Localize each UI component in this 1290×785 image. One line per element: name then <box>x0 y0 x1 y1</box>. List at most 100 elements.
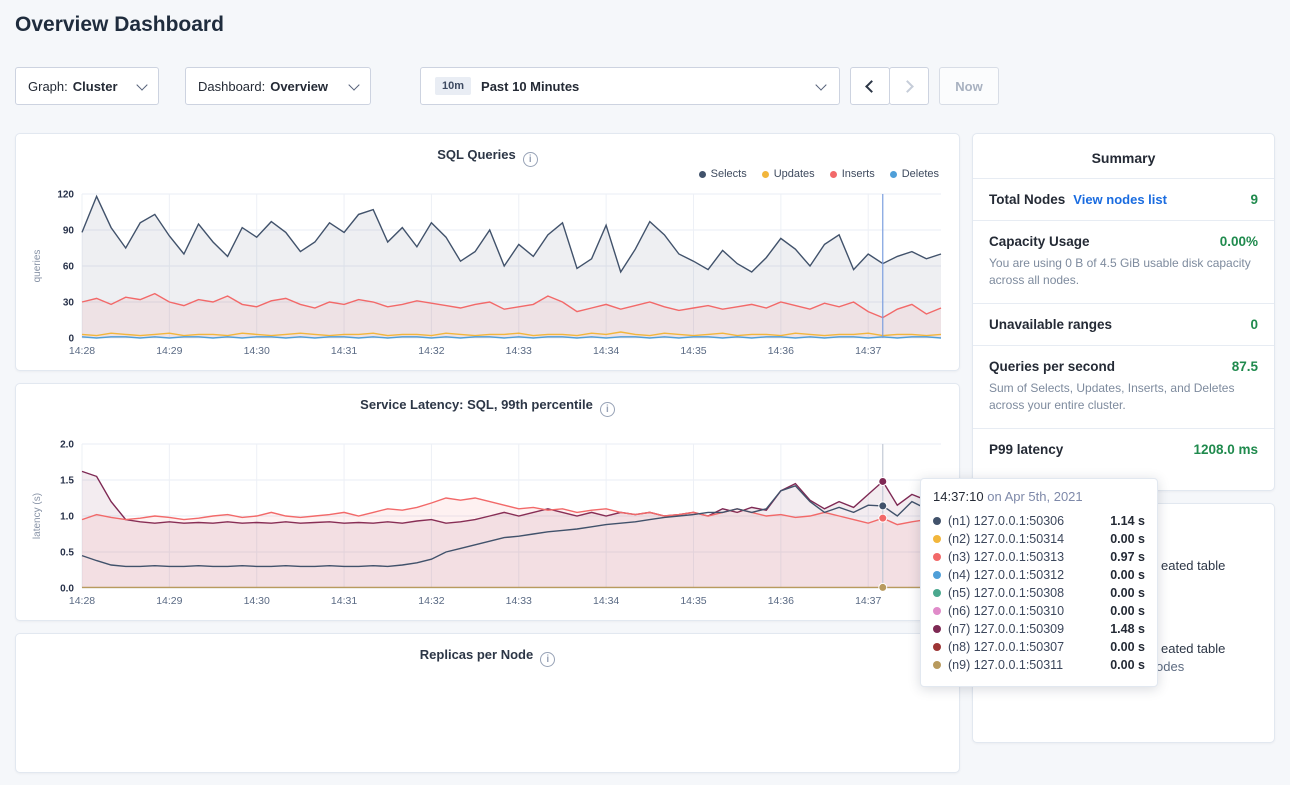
next-range-button[interactable] <box>889 67 929 105</box>
summary-row-main: Queries per second 87.5 <box>989 359 1258 374</box>
legend-item[interactable]: Inserts <box>830 168 875 180</box>
info-icon[interactable] <box>523 152 538 167</box>
svg-text:14:34: 14:34 <box>593 345 619 357</box>
svg-text:1.0: 1.0 <box>60 512 74 523</box>
legend-item[interactable]: Updates <box>762 168 815 180</box>
chevron-down-icon <box>815 79 826 90</box>
summary-row: Unavailable ranges 0 <box>973 303 1274 345</box>
summary-panel: Summary Total NodesView nodes list9Capac… <box>972 133 1275 491</box>
summary-label: P99 latency <box>989 442 1063 457</box>
summary-desc: You are using 0 B of 4.5 GiB usable disk… <box>989 255 1258 290</box>
event-fragment: odes <box>1156 659 1184 674</box>
panel-title: SQL Queries <box>437 147 516 162</box>
legend-color-dot <box>830 171 837 178</box>
legend-label: Selects <box>711 168 747 180</box>
svg-text:14:29: 14:29 <box>156 595 182 607</box>
info-icon[interactable] <box>540 652 555 667</box>
legend-label: Inserts <box>842 168 875 180</box>
svg-text:14:32: 14:32 <box>418 595 444 607</box>
legend-spacer <box>28 416 947 436</box>
chevron-left-icon <box>865 80 878 93</box>
latency-chart[interactable]: 0.0 0.5 1.0 1.5 2.0 14:28 14:29 14:30 14:31 14:32… <box>28 436 947 612</box>
svg-text:90: 90 <box>63 226 75 237</box>
summary-value: 9 <box>1250 192 1258 207</box>
svg-text:14:31: 14:31 <box>331 345 357 357</box>
svg-text:14:35: 14:35 <box>680 595 706 607</box>
svg-text:14:33: 14:33 <box>506 595 532 607</box>
sql-queries-chart[interactable]: 0 30 60 90 120 14:28 14:29 14:30 14:31 14:32 14:33… <box>28 186 947 362</box>
graph-dropdown[interactable]: Graph: Cluster <box>15 67 159 105</box>
info-icon[interactable] <box>600 402 615 417</box>
svg-text:14:30: 14:30 <box>244 595 270 607</box>
legend-item[interactable]: Selects <box>699 168 747 180</box>
svg-text:120: 120 <box>57 190 74 201</box>
dashboard-dropdown-value: Overview <box>270 79 328 94</box>
svg-text:14:28: 14:28 <box>69 345 95 357</box>
charts-column: SQL Queries Selects Updates Inserts Deletes… <box>15 133 960 785</box>
replicas-panel: Replicas per Node <box>15 633 960 773</box>
svg-text:14:35: 14:35 <box>680 345 706 357</box>
sidebar: Summary Total NodesView nodes list9Capac… <box>972 133 1275 743</box>
dashboard-dropdown[interactable]: Dashboard: Overview <box>185 67 371 105</box>
time-range-badge: 10m <box>435 77 471 95</box>
summary-row-main: P99 latency 1208.0 ms <box>989 442 1258 457</box>
svg-text:latency (s): latency (s) <box>32 493 43 539</box>
legend-label: Updates <box>774 168 815 180</box>
svg-text:14:34: 14:34 <box>593 595 619 607</box>
sql-queries-panel: SQL Queries Selects Updates Inserts Deletes… <box>15 133 960 371</box>
summary-value: 0.00% <box>1220 234 1258 249</box>
summary-label: Capacity Usage <box>989 234 1090 249</box>
svg-text:14:31: 14:31 <box>331 595 357 607</box>
events-panel: eated table eated table odes <box>972 503 1275 743</box>
now-button[interactable]: Now <box>939 67 999 105</box>
legend-color-dot <box>762 171 769 178</box>
svg-text:14:33: 14:33 <box>506 345 532 357</box>
chart-svg[interactable]: 0 30 60 90 120 14:28 14:29 14:30 14:31 14:32 14:33… <box>28 186 947 362</box>
legend-row: Selects Updates Inserts Deletes <box>28 166 947 186</box>
time-range-dropdown[interactable]: 10m Past 10 Minutes <box>420 67 840 105</box>
chart-svg[interactable]: 0.0 0.5 1.0 1.5 2.0 14:28 14:29 14:30 14:31 14:32… <box>28 436 947 612</box>
legend-item[interactable]: Deletes <box>890 168 939 180</box>
chevron-right-icon <box>901 80 914 93</box>
graph-dropdown-label: Graph: <box>28 79 68 94</box>
summary-label: Queries per second <box>989 359 1115 374</box>
svg-text:14:29: 14:29 <box>156 345 182 357</box>
summary-value: 87.5 <box>1232 359 1258 374</box>
legend-label: Deletes <box>902 168 939 180</box>
svg-text:14:36: 14:36 <box>768 595 794 607</box>
panel-title-row: Replicas per Node <box>28 646 947 664</box>
prev-range-button[interactable] <box>850 67 890 105</box>
svg-text:60: 60 <box>63 262 75 273</box>
svg-text:14:32: 14:32 <box>418 345 444 357</box>
summary-value: 0 <box>1250 317 1258 332</box>
dashboard-dropdown-label: Dashboard: <box>198 79 265 94</box>
legend-color-dot <box>890 171 897 178</box>
view-nodes-link[interactable]: View nodes list <box>1073 192 1167 207</box>
chart-legend: Selects Updates Inserts Deletes <box>699 168 939 180</box>
summary-row: Capacity Usage 0.00% You are using 0 B of … <box>973 220 1274 303</box>
summary-row-main: Total NodesView nodes list9 <box>989 192 1258 207</box>
event-fragment: eated table <box>1161 558 1225 573</box>
svg-text:14:30: 14:30 <box>244 345 270 357</box>
svg-text:14:37: 14:37 <box>855 345 881 357</box>
summary-row-main: Capacity Usage 0.00% <box>989 234 1258 249</box>
svg-text:14:28: 14:28 <box>69 595 95 607</box>
svg-text:1.5: 1.5 <box>60 476 74 487</box>
summary-rows: Total NodesView nodes list9Capacity Usag… <box>973 178 1274 470</box>
svg-text:0: 0 <box>68 334 74 345</box>
legend-color-dot <box>699 171 706 178</box>
time-range-value: Past 10 Minutes <box>481 79 579 94</box>
summary-value: 1208.0 ms <box>1193 442 1258 457</box>
summary-title: Summary <box>973 134 1274 178</box>
graph-dropdown-value: Cluster <box>73 79 118 94</box>
svg-text:2.0: 2.0 <box>60 440 74 451</box>
svg-text:0.5: 0.5 <box>60 548 74 559</box>
svg-text:30: 30 <box>63 298 75 309</box>
svg-text:0.0: 0.0 <box>60 584 74 595</box>
panel-title: Service Latency: SQL, 99th percentile <box>360 397 593 412</box>
latency-panel: Service Latency: SQL, 99th percentile 0.… <box>15 383 960 621</box>
summary-desc: Sum of Selects, Updates, Inserts, and De… <box>989 380 1258 415</box>
summary-label: Unavailable ranges <box>989 317 1112 332</box>
page-title: Overview Dashboard <box>15 13 224 37</box>
summary-row: Total NodesView nodes list9 <box>973 178 1274 220</box>
